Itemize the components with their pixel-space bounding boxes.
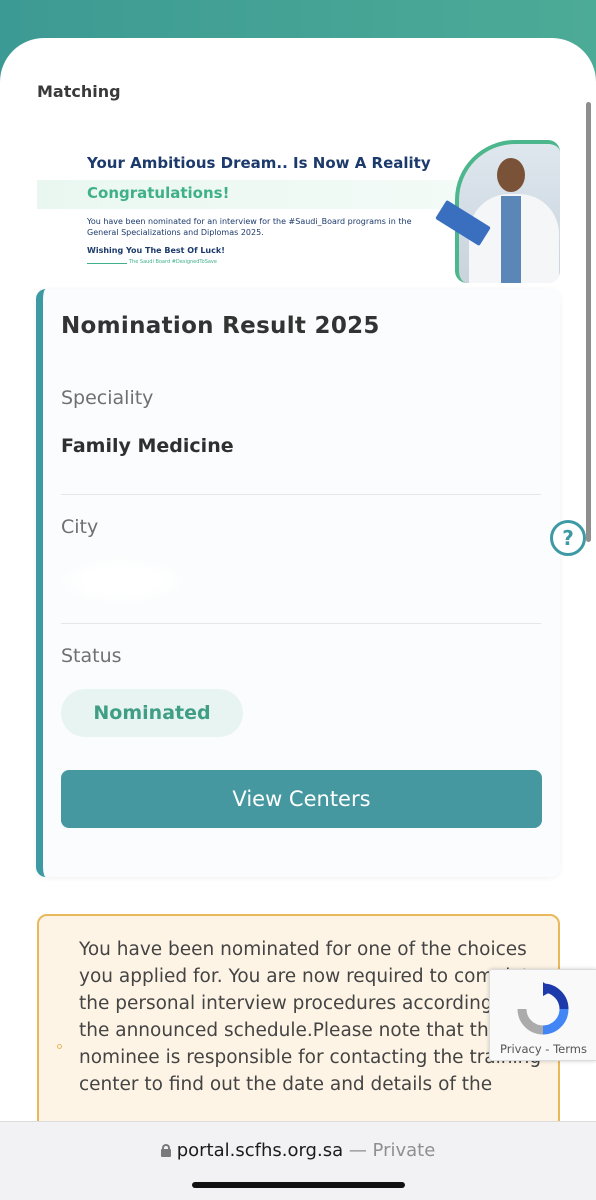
- page-title: Matching: [37, 82, 121, 101]
- status-badge: Nominated: [61, 689, 243, 737]
- doctor-head: [497, 158, 525, 192]
- city-label: City: [61, 516, 99, 538]
- notice-bullet: [57, 1044, 62, 1049]
- view-centers-button[interactable]: View Centers: [61, 770, 542, 828]
- speciality-value: Family Medicine: [61, 435, 234, 457]
- recaptcha-separator: -: [541, 1042, 554, 1056]
- divider: [61, 494, 541, 495]
- doctor-photo: [455, 140, 560, 283]
- divider: [61, 623, 541, 624]
- banner-body: You have been nominated for an interview…: [87, 217, 412, 237]
- city-value-redacted: [57, 557, 187, 605]
- home-indicator[interactable]: [192, 1182, 405, 1188]
- url-row[interactable]: portal.scfhs.org.sa — Private: [0, 1140, 596, 1161]
- notice-box: You have been nominated for one of the c…: [37, 914, 560, 1134]
- scrollbar[interactable]: [586, 102, 591, 542]
- recaptcha-terms-link[interactable]: Terms: [553, 1042, 587, 1056]
- doctor-scrubs: [501, 196, 521, 283]
- banner-headline: Your Ambitious Dream.. Is Now A Reality: [87, 154, 431, 172]
- recaptcha-privacy-link[interactable]: Privacy: [500, 1042, 542, 1056]
- url-domain: portal.scfhs.org.sa: [176, 1140, 344, 1161]
- banner-wish: Wishing You The Best Of Luck!: [87, 246, 225, 255]
- status-label: Status: [61, 645, 122, 667]
- promo-banner: Your Ambitious Dream.. Is Now A Reality …: [37, 140, 560, 283]
- recaptcha-badge[interactable]: Privacy - Terms: [489, 969, 596, 1061]
- speciality-label: Speciality: [61, 387, 154, 409]
- card-title: Nomination Result 2025: [61, 313, 380, 339]
- lock-icon: [160, 1144, 171, 1157]
- banner-congrats: Congratulations!: [87, 184, 230, 202]
- banner-tag-line: [87, 263, 127, 264]
- recaptcha-links: Privacy - Terms: [490, 1042, 596, 1056]
- url-private-label: — Private: [343, 1140, 436, 1161]
- help-question-icon[interactable]: ?: [550, 520, 586, 556]
- browser-address-bar[interactable]: portal.scfhs.org.sa — Private: [0, 1121, 596, 1200]
- notice-text: You have been nominated for one of the c…: [79, 939, 542, 1095]
- recaptcha-icon: [517, 982, 569, 1035]
- banner-tagline: The Saudi Board #DesignedToSave: [129, 259, 217, 265]
- nomination-card: Nomination Result 2025 Speciality Family…: [36, 289, 560, 877]
